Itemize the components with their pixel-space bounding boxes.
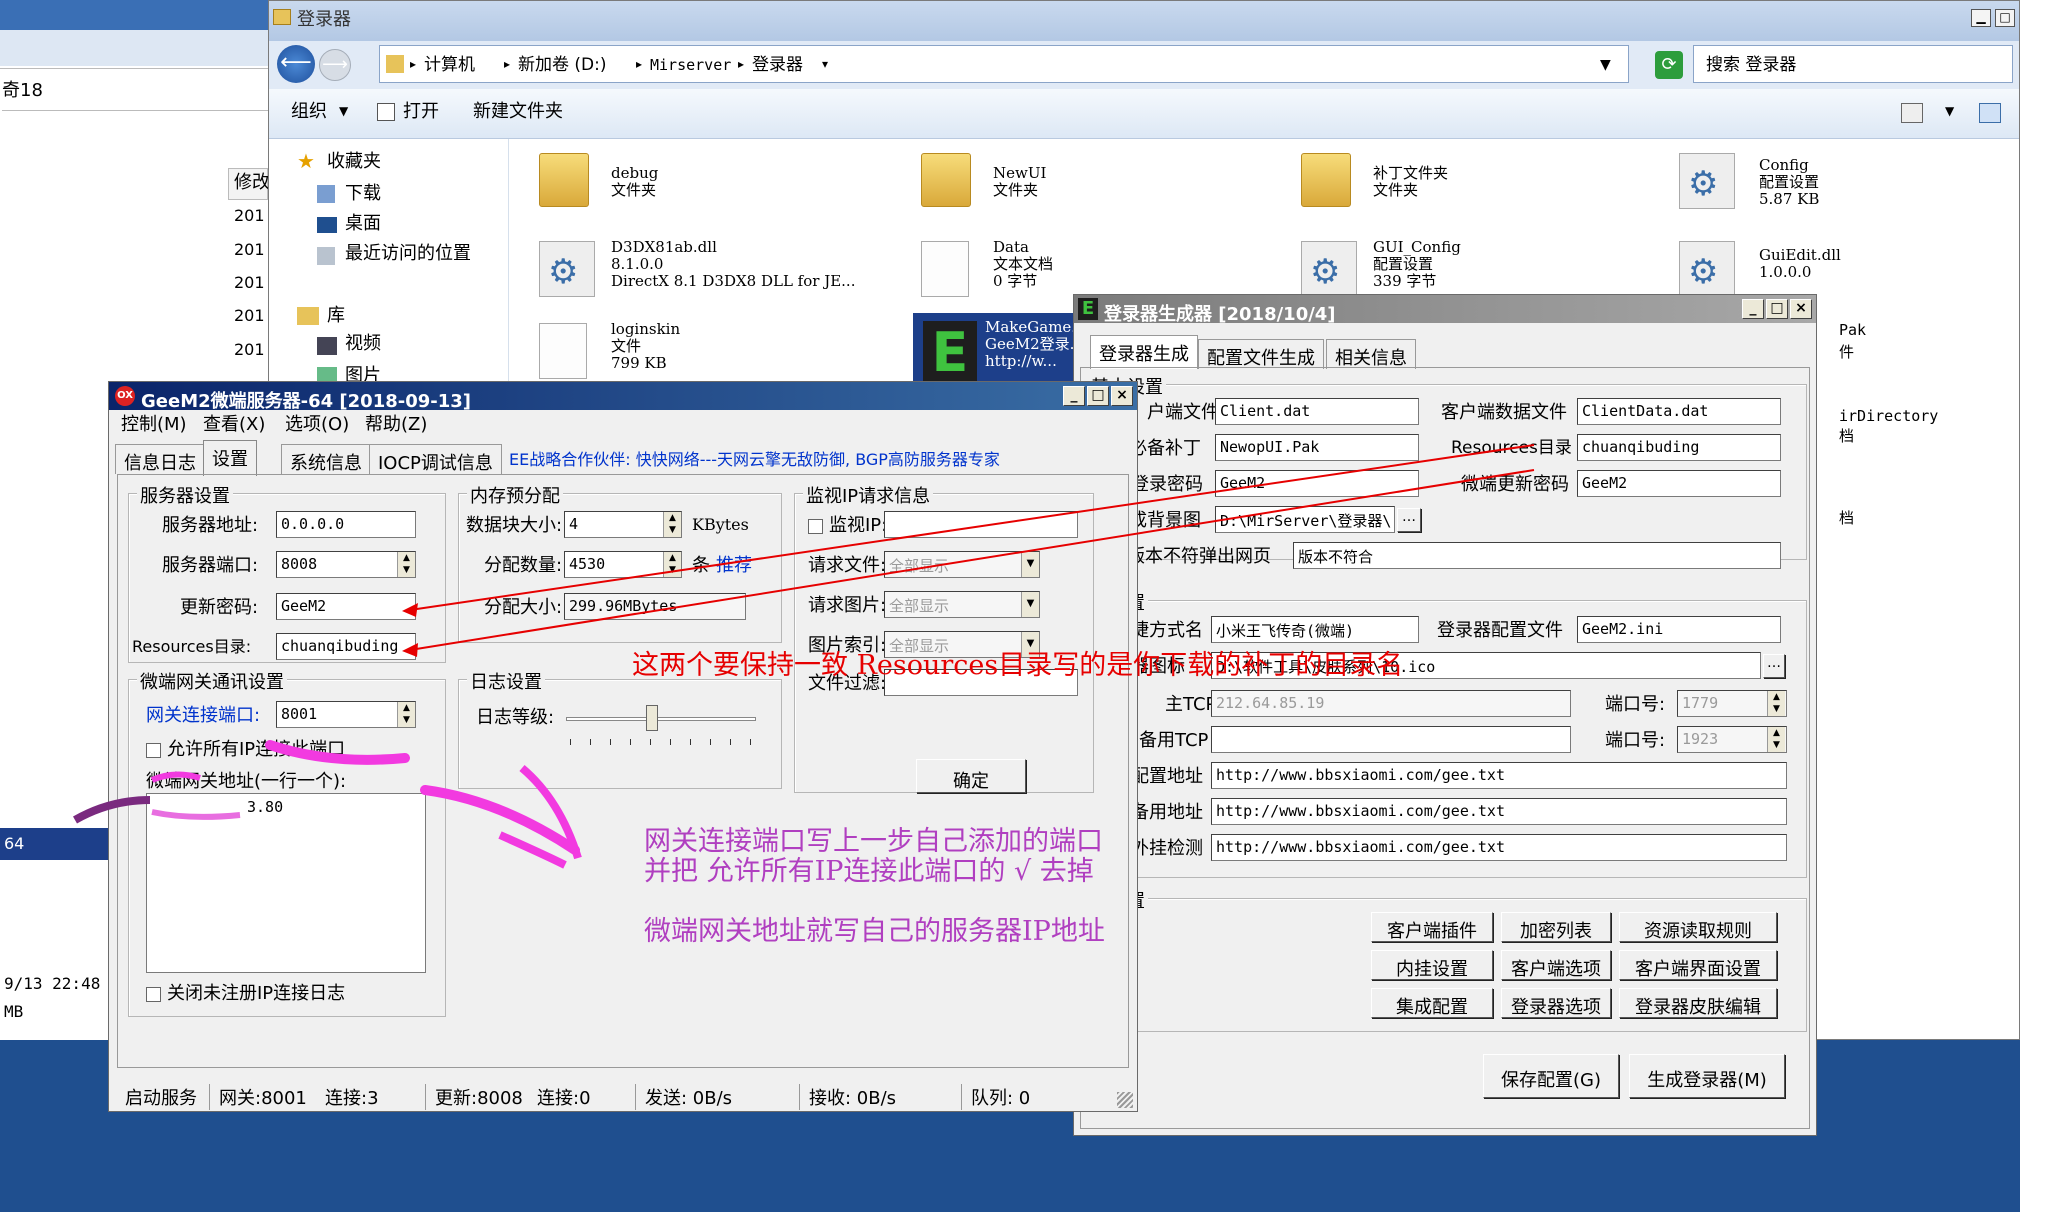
annotation-gateway-address: 微端网关地址就写自己的服务器IP地址 (644, 916, 1105, 947)
highlight-stroke (265, 740, 410, 765)
arrowhead-icon (402, 603, 418, 617)
annotation-uncheck-allow: 并把 允许所有IP连接此端口的 √ 去掉 (644, 856, 1094, 887)
annotation-overlay (73, 444, 1535, 869)
annotation-arrow (409, 469, 1535, 651)
highlight-stroke (151, 809, 241, 820)
annotation-gateway-port: 网关连接端口写上一步自己添加的端口 (644, 826, 1103, 857)
arrowhead-icon (402, 643, 418, 657)
highlight-stroke (73, 796, 151, 824)
annotation-arrow (409, 444, 1535, 611)
annotation-keep-same: 这两个要保持一致 Resources目录写的是你下载的补丁的目录名 (632, 650, 1404, 681)
highlight-stroke (150, 771, 201, 783)
